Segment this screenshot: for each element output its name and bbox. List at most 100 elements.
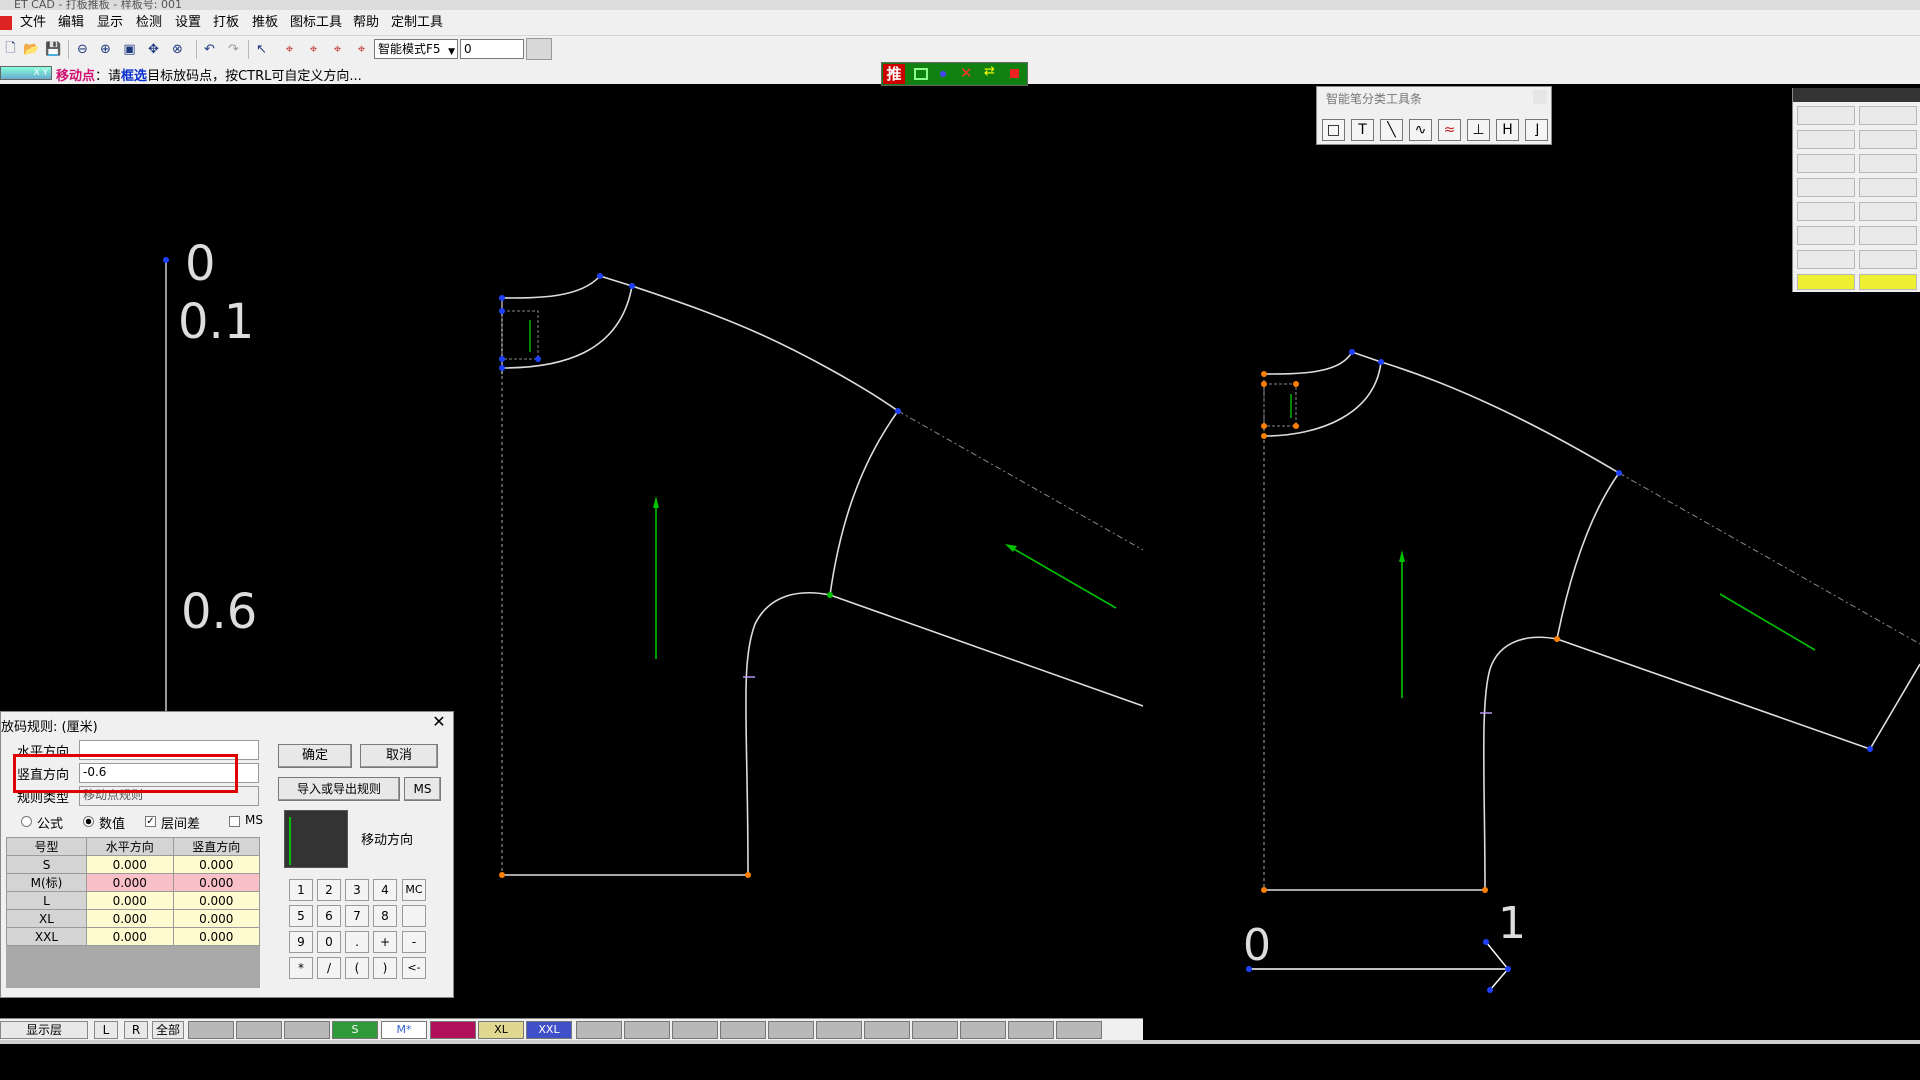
keypad-minus[interactable]: - [402,931,426,953]
size-swatch-empty[interactable] [864,1021,910,1039]
size-swatch-empty[interactable] [284,1021,330,1039]
push-button[interactable]: 推 [883,64,905,84]
cancel-button[interactable]: 取消 [360,744,438,768]
size-swatch-empty[interactable] [188,1021,234,1039]
menu-edit[interactable]: 编辑 [58,16,84,30]
size-swatch-xl[interactable]: XL [478,1021,524,1039]
zoom-out-icon[interactable]: ⊖ [73,40,92,59]
corner-tool-icon[interactable]: ⌋ [1525,119,1548,141]
grade-tool-button[interactable] [1797,250,1855,269]
measure-tool-icon[interactable]: H [1496,119,1519,141]
size-swatch-s[interactable]: S [332,1021,378,1039]
formula-radio[interactable] [21,816,32,827]
rectangle-tool-icon[interactable]: □ [1322,119,1345,141]
frame-icon[interactable] [914,68,928,80]
zoom-fit-icon[interactable]: ▣ [120,40,139,59]
ms-checkbox[interactable] [229,816,240,827]
menu-grading[interactable]: 推板 [252,16,278,30]
horizontal-cell[interactable]: 0.000 [86,855,174,874]
layer-l-button[interactable]: L [94,1021,118,1039]
grade-tool-button[interactable] [1859,130,1917,149]
keypad-4[interactable]: 4 [373,879,397,901]
vertical-cell[interactable]: 0.000 [172,891,260,910]
close-icon[interactable] [1533,90,1547,104]
size-swatch-empty[interactable] [624,1021,670,1039]
grade-tool-button[interactable] [1797,106,1855,125]
keypad-8[interactable]: 8 [373,905,397,927]
horizontal-cell[interactable]: 0.000 [86,927,174,946]
grade-tool-button[interactable] [1859,178,1917,197]
horizontal-cell[interactable]: 0.000 [86,891,174,910]
app-menu-icon[interactable] [0,16,12,30]
table-row[interactable]: L 0.000 0.000 [6,891,260,910]
keypad-1[interactable]: 1 [289,879,313,901]
menu-settings[interactable]: 设置 [175,16,201,30]
text-tool-icon[interactable]: T [1351,119,1374,141]
grade-tool-button[interactable] [1797,178,1855,197]
size-swatch-l[interactable] [430,1021,476,1039]
vertical-cell[interactable]: 0.000 [172,927,260,946]
size-swatch-empty[interactable] [720,1021,766,1039]
zoom-window-icon[interactable]: ⊗ [168,40,187,59]
curve-tool-icon[interactable]: ∿ [1409,119,1432,141]
wave-tool-icon[interactable]: ≈ [1438,119,1461,141]
horizontal-cell[interactable]: 0.000 [86,873,174,892]
size-swatch-empty[interactable] [1008,1021,1054,1039]
keypad-5[interactable]: 5 [289,905,313,927]
size-swatch-empty[interactable] [672,1021,718,1039]
size-swatch-empty[interactable] [768,1021,814,1039]
import-export-button[interactable]: 导入或导出规则 [278,777,400,801]
size-swatch-empty[interactable] [816,1021,862,1039]
menu-custom-tools[interactable]: 定制工具 [391,16,443,30]
grade-tool-button[interactable] [1859,226,1917,245]
display-layer-button[interactable]: 显示层 [0,1021,88,1039]
grade-tool-button[interactable] [1859,202,1917,221]
layer-r-button[interactable]: R [124,1021,148,1039]
vertical-input[interactable]: -0.6 [79,763,259,783]
grade-tool-button[interactable] [1797,226,1855,245]
menu-help[interactable]: 帮助 [353,16,379,30]
menu-icon-tools[interactable]: 图标工具 [290,16,342,30]
grade-copy-icon[interactable]: ⌖ [304,40,323,59]
keypad-plus[interactable]: + [373,931,397,953]
stop-icon[interactable] [1010,69,1019,78]
pick-point-button[interactable] [526,38,552,60]
keypad-2[interactable]: 2 [317,879,341,901]
grade-tool-button[interactable] [1797,202,1855,221]
grade-align-icon[interactable]: ⌖ [328,40,347,59]
keypad-3[interactable]: 3 [345,879,369,901]
keypad-backspace[interactable]: <- [402,957,426,979]
ok-button[interactable]: 确定 [278,744,352,768]
size-swatch-empty[interactable] [576,1021,622,1039]
table-row[interactable]: XL 0.000 0.000 [6,909,260,928]
select-arrow-icon[interactable]: ↖ [252,40,271,59]
ms-button[interactable]: MS [404,777,441,801]
table-row[interactable]: S 0.000 0.000 [6,855,260,874]
keypad-multiply[interactable]: * [289,957,313,979]
grade-point-icon[interactable]: ⌖ [280,40,299,59]
redo-icon[interactable]: ↷ [224,40,243,59]
pan-icon[interactable]: ✥ [144,40,163,59]
grade-tool-button[interactable] [1859,250,1917,269]
horizontal-input[interactable] [79,740,259,760]
smart-mode-select[interactable]: 智能模式F5 ▼ [374,39,458,59]
keypad-0[interactable]: 0 [317,931,341,953]
numeric-radio[interactable] [83,816,94,827]
menu-pattern[interactable]: 打板 [213,16,239,30]
grade-tool-button[interactable] [1859,106,1917,125]
grade-rule-icon[interactable]: ⌖ [352,40,371,59]
size-swatch-empty[interactable] [912,1021,958,1039]
save-icon[interactable]: 💾 [44,40,63,59]
grade-tool-button[interactable] [1797,274,1855,290]
perpendicular-tool-icon[interactable]: ⊥ [1467,119,1490,141]
grade-tool-button[interactable] [1797,130,1855,149]
toolbar-value-input[interactable]: 0 [460,39,524,59]
grade-tool-button[interactable] [1797,154,1855,173]
size-swatch-m[interactable]: M* [381,1021,427,1039]
layer-diff-checkbox[interactable]: ✓ [145,816,156,827]
line-tool-icon[interactable]: ╲ [1380,119,1403,141]
keypad-close-paren[interactable]: ) [373,957,397,979]
point-icon[interactable] [940,71,946,77]
keypad-divide[interactable]: / [317,957,341,979]
undo-icon[interactable]: ↶ [200,40,219,59]
